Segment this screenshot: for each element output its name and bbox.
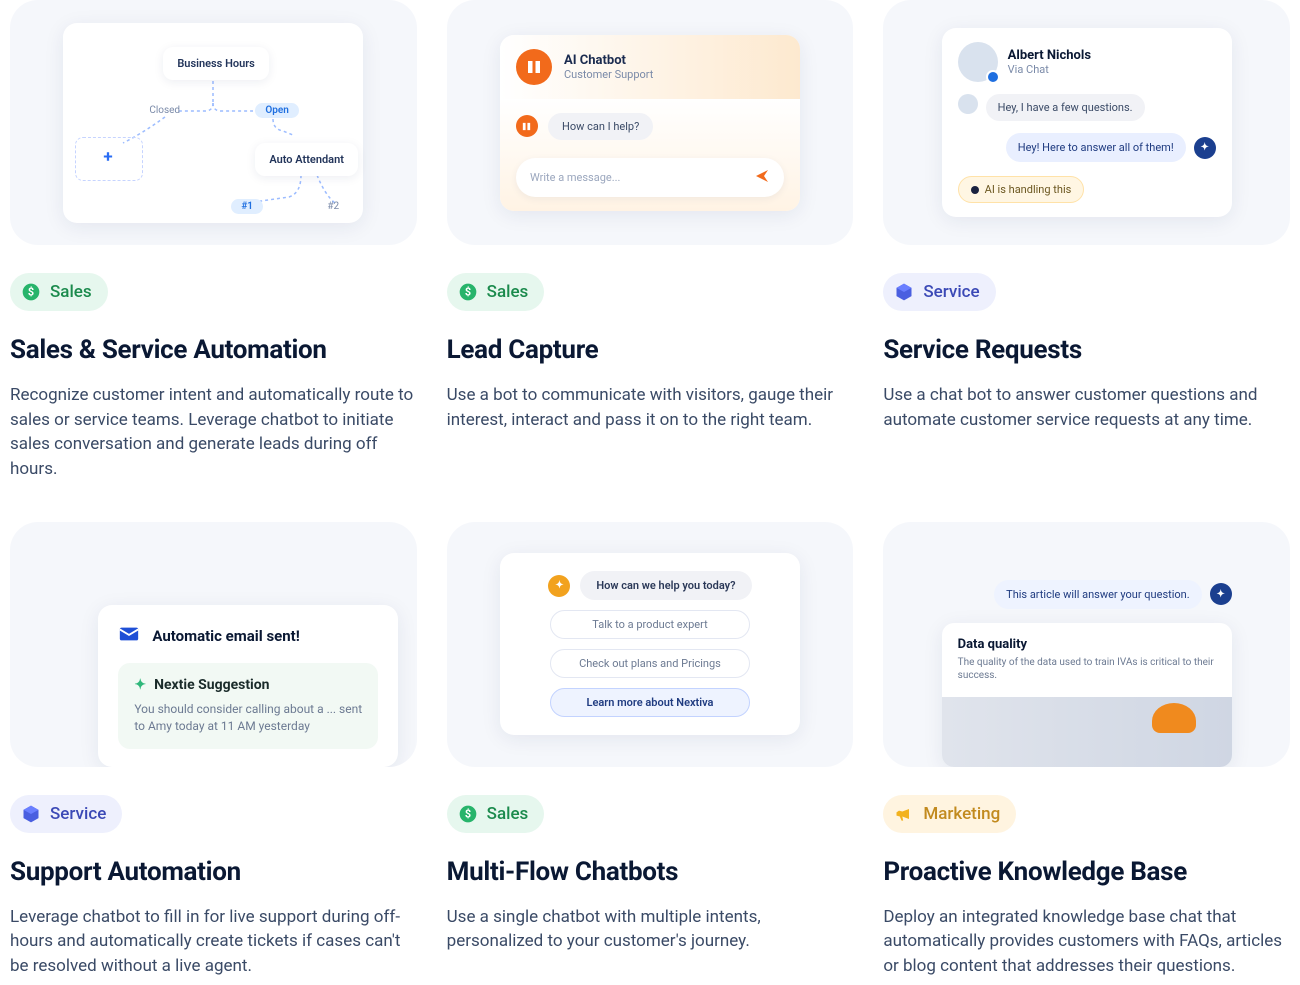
card-title: Multi-Flow Chatbots bbox=[447, 857, 854, 887]
illustration-multiflow: ✦ How can we help you today? Talk to a p… bbox=[447, 522, 854, 767]
tag-label: Service bbox=[50, 804, 106, 824]
cube-icon bbox=[893, 281, 915, 303]
email-icon bbox=[118, 623, 140, 649]
card-description: Leverage chatbot to fill in for live sup… bbox=[10, 905, 417, 979]
outgoing-message: Hey! Here to answer all of them! bbox=[1006, 133, 1186, 162]
card-description: Use a chat bot to answer customer questi… bbox=[883, 383, 1290, 432]
email-sent-label: Automatic email sent! bbox=[152, 627, 300, 645]
article-card[interactable]: Data quality The quality of the data use… bbox=[942, 623, 1232, 767]
card-title: Support Automation bbox=[10, 857, 417, 887]
svg-text:$: $ bbox=[28, 285, 34, 298]
flow-label-2: #2 bbox=[327, 201, 339, 212]
card-title: Sales & Service Automation bbox=[10, 335, 417, 365]
chatbot-message: How can I help? bbox=[548, 113, 653, 140]
send-icon[interactable] bbox=[754, 168, 770, 187]
tag-sales: $ Sales bbox=[10, 273, 108, 311]
bot-avatar-icon: ✦ bbox=[1210, 583, 1232, 605]
card-title: Lead Capture bbox=[447, 335, 854, 365]
flow-label-closed: Closed bbox=[149, 105, 180, 116]
bot-question: How can we help you today? bbox=[580, 571, 751, 600]
illustration-support: Automatic email sent! ✦ Nextie Suggestio… bbox=[10, 522, 417, 767]
contact-channel: Via Chat bbox=[1008, 63, 1091, 76]
chatbot-name: AI Chatbot bbox=[564, 53, 653, 68]
illustration-chatbot: AI Chatbot Customer Support How can I he… bbox=[447, 0, 854, 245]
card-description: Use a single chatbot with multiple inten… bbox=[447, 905, 854, 954]
card-title: Proactive Knowledge Base bbox=[883, 857, 1290, 887]
chat-option[interactable]: Check out plans and Pricings bbox=[550, 649, 750, 678]
chat-option-active[interactable]: Learn more about Nextiva bbox=[550, 688, 750, 717]
flow-pill-1: #1 bbox=[231, 199, 263, 214]
illustration-knowledge-base: This article will answer your question. … bbox=[883, 522, 1290, 767]
card-description: Use a bot to communicate with visitors, … bbox=[447, 383, 854, 432]
tag-label: Sales bbox=[50, 282, 92, 302]
feature-card: AI Chatbot Customer Support How can I he… bbox=[447, 0, 854, 432]
chatbot-avatar-icon bbox=[516, 49, 552, 85]
tag-sales: $ Sales bbox=[447, 795, 545, 833]
flow-pill-open: Open bbox=[255, 103, 299, 118]
dollar-icon: $ bbox=[457, 281, 479, 303]
flow-node-business-hours: Business Hours bbox=[163, 47, 269, 80]
cube-icon bbox=[20, 803, 42, 825]
suggestion-body: You should consider calling about a ... … bbox=[134, 701, 362, 735]
article-image bbox=[942, 697, 1232, 767]
bot-avatar-icon: ✦ bbox=[1194, 137, 1216, 159]
bot-message: This article will answer your question. bbox=[994, 580, 1202, 609]
chat-option[interactable]: Talk to a product expert bbox=[550, 610, 750, 639]
card-title: Service Requests bbox=[883, 335, 1290, 365]
feature-card: Automatic email sent! ✦ Nextie Suggestio… bbox=[10, 522, 417, 979]
chatbot-placeholder: Write a message... bbox=[530, 171, 620, 184]
tag-label: Marketing bbox=[923, 804, 1000, 824]
suggestion-title: Nextie Suggestion bbox=[154, 677, 269, 693]
chatbot-avatar-small-icon bbox=[516, 115, 538, 137]
avatar bbox=[958, 42, 998, 82]
svg-text:$: $ bbox=[465, 807, 471, 820]
incoming-message: Hey, I have a few questions. bbox=[986, 94, 1145, 121]
tag-label: Service bbox=[923, 282, 979, 302]
dollar-icon: $ bbox=[457, 803, 479, 825]
svg-text:$: $ bbox=[465, 285, 471, 298]
megaphone-icon bbox=[893, 803, 915, 825]
tag-sales: $ Sales bbox=[447, 273, 545, 311]
tag-marketing: Marketing bbox=[883, 795, 1016, 833]
ai-handling-badge: AI is handling this bbox=[958, 176, 1085, 203]
plus-icon: + bbox=[103, 147, 112, 167]
tag-label: Sales bbox=[487, 282, 529, 302]
feature-card: Albert Nichols Via Chat Hey, I have a fe… bbox=[883, 0, 1290, 432]
card-description: Deploy an integrated knowledge base chat… bbox=[883, 905, 1290, 979]
chatbot-subtitle: Customer Support bbox=[564, 68, 653, 81]
article-title: Data quality bbox=[958, 637, 1216, 652]
dollar-icon: $ bbox=[20, 281, 42, 303]
illustration-service-chat: Albert Nichols Via Chat Hey, I have a fe… bbox=[883, 0, 1290, 245]
feature-card: ✦ How can we help you today? Talk to a p… bbox=[447, 522, 854, 954]
contact-name: Albert Nichols bbox=[1008, 48, 1091, 63]
illustration-flow: Business Hours Closed Open + Auto Attend… bbox=[10, 0, 417, 245]
tag-label: Sales bbox=[487, 804, 529, 824]
card-description: Recognize customer intent and automatica… bbox=[10, 383, 417, 482]
sparkle-icon: ✦ bbox=[134, 677, 146, 693]
tag-service: Service bbox=[10, 795, 122, 833]
avatar-small bbox=[958, 94, 978, 114]
tag-service: Service bbox=[883, 273, 995, 311]
feature-card: This article will answer your question. … bbox=[883, 522, 1290, 979]
article-subtitle: The quality of the data used to train IV… bbox=[958, 656, 1216, 683]
bot-avatar-icon: ✦ bbox=[548, 575, 570, 597]
chatbot-input[interactable]: Write a message... bbox=[516, 158, 784, 197]
flow-node-auto-attendant: Auto Attendant bbox=[255, 143, 358, 176]
feature-card: Business Hours Closed Open + Auto Attend… bbox=[10, 0, 417, 482]
